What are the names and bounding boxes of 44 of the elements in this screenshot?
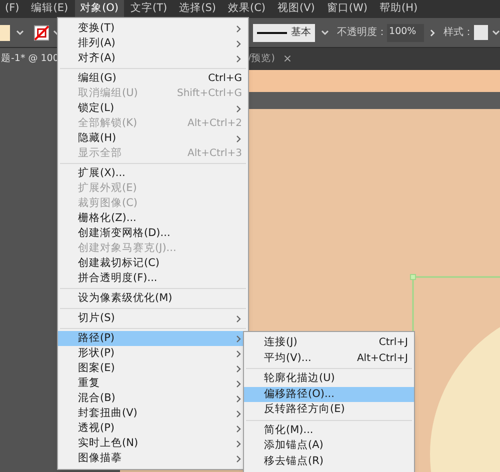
menu-bar-item[interactable]: (F) bbox=[0, 0, 24, 18]
menu-item[interactable]: 编组(G) Ctrl+G bbox=[58, 71, 248, 86]
menu-item[interactable]: 拼合透明度(F)... bbox=[58, 271, 248, 286]
style-swatch[interactable] bbox=[474, 25, 488, 40]
chevron-down-icon bbox=[321, 30, 330, 36]
close-tab[interactable]: × bbox=[282, 50, 292, 68]
menu-bar-item[interactable]: 帮助(H) bbox=[374, 0, 423, 18]
fill-swatch[interactable] bbox=[0, 24, 10, 40]
menu-bar-item[interactable]: 文字(T) bbox=[126, 0, 172, 18]
menu-bar-item[interactable]: 对象(O) bbox=[75, 0, 124, 18]
menu-item[interactable]: 排列(A) bbox=[58, 36, 248, 51]
style-label: 样式： bbox=[444, 26, 474, 40]
menu-item[interactable]: 切片(S) bbox=[58, 311, 248, 326]
menu-item[interactable]: 平均(V)... Alt+Ctrl+J bbox=[244, 350, 414, 366]
menu-item[interactable]: 移去锚点(R) bbox=[244, 454, 414, 470]
chevron-right-icon bbox=[236, 134, 242, 142]
menu-bar-item[interactable]: 效果(C) bbox=[223, 0, 271, 18]
stroke-line bbox=[257, 32, 288, 34]
menu-item[interactable]: 锁定(L) bbox=[58, 101, 248, 116]
menu-bar-item[interactable]: 窗口(W) bbox=[322, 0, 372, 18]
no-stroke-swatch-icon[interactable] bbox=[34, 24, 50, 40]
opacity-label: 不透明度： bbox=[337, 26, 388, 40]
menu-item[interactable]: 添加锚点(A) bbox=[244, 438, 414, 454]
opacity-field[interactable]: 100% bbox=[387, 24, 424, 42]
menu-bar-item[interactable]: 编辑(E) bbox=[26, 0, 74, 18]
menu-item[interactable]: 设为像素级优化(M) bbox=[58, 291, 248, 306]
menu-item[interactable]: 隐藏(H) bbox=[58, 131, 248, 146]
chevron-down-icon bbox=[492, 30, 500, 36]
menu-item[interactable]: 对齐(A) bbox=[58, 51, 248, 66]
menu-bar-item[interactable]: 视图(V) bbox=[272, 0, 320, 18]
chevron-right-icon[interactable] bbox=[430, 28, 436, 36]
menu-item[interactable]: 简化(M)... bbox=[244, 422, 414, 439]
menu-item[interactable]: 变换(T) bbox=[58, 21, 248, 36]
menu-item[interactable]: 栅格化(Z)... bbox=[58, 211, 248, 226]
menu-item[interactable]: 扩展(X)... bbox=[58, 166, 248, 181]
menu-item[interactable]: 反转路径方向(E) bbox=[244, 402, 414, 418]
chevron-down-icon bbox=[16, 30, 24, 36]
menu-item[interactable]: 创建裁切标记(C) bbox=[58, 256, 248, 271]
menu-item[interactable]: 轮廓化描边(U) bbox=[244, 371, 414, 387]
menu-item[interactable]: 创建渐变网格(D)... bbox=[58, 226, 248, 241]
chevron-right-icon bbox=[236, 314, 242, 322]
menu-item[interactable]: 偏移路径(O)... bbox=[244, 386, 414, 402]
chevron-right-icon bbox=[236, 104, 242, 112]
menu-bar-item[interactable]: 选择(S) bbox=[174, 0, 221, 18]
